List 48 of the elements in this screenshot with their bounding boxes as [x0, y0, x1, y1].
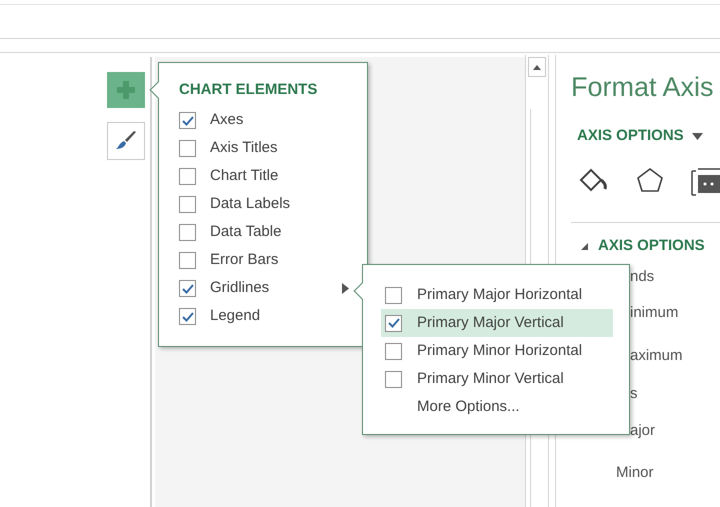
checkbox[interactable]	[385, 314, 402, 332]
section-title: AXIS OPTIONS	[598, 236, 705, 256]
gridline-option[interactable]: Primary Minor Vertical	[381, 365, 613, 393]
option-label: s	[630, 384, 638, 404]
checkbox[interactable]	[179, 112, 196, 129]
checkbox[interactable]	[179, 224, 196, 241]
pentagon-icon[interactable]	[635, 167, 665, 195]
checkmark-icon	[182, 116, 194, 126]
dropdown-arrow-icon	[692, 132, 703, 140]
plus-icon	[117, 81, 135, 99]
checkmark-icon	[388, 318, 400, 328]
element-option[interactable]: Axis Titles	[179, 134, 349, 162]
checkmark-icon	[182, 312, 194, 322]
checkbox[interactable]	[179, 308, 196, 325]
checkbox[interactable]	[179, 196, 196, 213]
gridline-option[interactable]: Primary Minor Horizontal	[381, 337, 613, 365]
checkbox[interactable]	[179, 252, 196, 269]
checkbox[interactable]	[179, 168, 196, 185]
element-option[interactable]: Legend	[179, 302, 349, 330]
option-label: nds	[630, 267, 654, 287]
element-option[interactable]: Chart Title	[179, 162, 349, 190]
checkbox[interactable]	[385, 342, 402, 360]
up-arrow-icon	[533, 64, 541, 70]
pane-title: Format Axis	[571, 74, 714, 101]
section-header[interactable]: AXIS OPTIONS	[581, 235, 705, 258]
option-label: Minor	[616, 463, 654, 483]
collapse-triangle-icon	[581, 242, 588, 250]
element-option[interactable]: Data Table	[179, 218, 349, 246]
checkbox[interactable]	[385, 370, 402, 388]
scroll-up-button[interactable]	[528, 57, 546, 77]
options-dropdown[interactable]: AXIS OPTIONS	[577, 125, 703, 148]
option-label: ajor	[630, 421, 656, 441]
checkbox[interactable]	[385, 286, 402, 304]
gridline-option[interactable]: Primary Major Horizontal	[381, 281, 613, 309]
option-label: inimum	[630, 303, 678, 323]
option-label: aximum	[630, 346, 683, 366]
element-option[interactable]: Gridlines	[179, 274, 349, 302]
checkmark-icon	[182, 284, 194, 294]
more-options-link[interactable]: More Options...	[417, 393, 629, 421]
element-option[interactable]: Data Labels	[179, 190, 349, 218]
popup-title: CHART ELEMENTS	[179, 80, 318, 100]
style-button[interactable]	[107, 122, 145, 160]
submenu-arrow-icon	[342, 283, 349, 294]
element-option[interactable]: Axes	[179, 106, 349, 134]
checkbox[interactable]	[179, 280, 196, 297]
element-option[interactable]: Error Bars	[179, 246, 349, 274]
checkbox[interactable]	[179, 140, 196, 157]
gridline-option[interactable]: Primary Major Vertical	[381, 309, 613, 337]
